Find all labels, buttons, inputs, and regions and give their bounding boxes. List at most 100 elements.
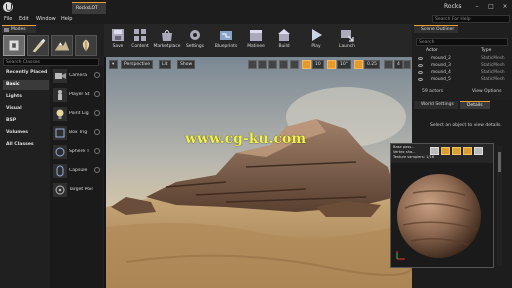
placeable-sphere-trigger[interactable]: Sphere T: [50, 142, 103, 161]
menu-edit[interactable]: Edit: [19, 16, 29, 22]
search-classes-input[interactable]: Search Classes: [3, 58, 99, 66]
perspective-button[interactable]: Perspective: [121, 60, 154, 69]
viewport-menu-button[interactable]: ▾: [109, 60, 118, 69]
placeable-label: Sphere T: [69, 149, 90, 154]
save-button[interactable]: Save: [106, 27, 130, 57]
details-tab[interactable]: Details: [460, 101, 490, 109]
light-bulb-icon: [53, 107, 67, 121]
gear-icon: [188, 28, 202, 42]
help-search-input[interactable]: Search For Help: [432, 15, 510, 23]
world-space-icon[interactable]: [279, 60, 288, 69]
outliner-row[interactable]: mound_3 StaticMesh: [414, 63, 510, 69]
close-button[interactable]: ×: [500, 2, 510, 11]
play-button[interactable]: Play: [304, 27, 328, 57]
minimize-button[interactable]: –: [472, 2, 482, 11]
grid-snap-value[interactable]: 10: [312, 60, 324, 69]
camera-icon: [53, 69, 67, 83]
maximize-viewport-icon[interactable]: [403, 60, 411, 69]
rotation-snap-value[interactable]: 10°: [337, 60, 351, 69]
menu-window[interactable]: Window: [36, 16, 56, 22]
info-icon[interactable]: [94, 110, 100, 116]
outliner-search-input[interactable]: Search: [416, 38, 508, 46]
actor-column-header[interactable]: Actor: [426, 48, 438, 53]
category-visual[interactable]: Visual: [3, 104, 49, 114]
player-start-icon: [53, 88, 67, 102]
placeable-capsule-trigger[interactable]: Capsule: [50, 161, 103, 180]
surface-snap-icon[interactable]: [290, 60, 299, 69]
category-bsp[interactable]: BSP: [3, 116, 49, 126]
foliage-mode-button[interactable]: [75, 35, 97, 56]
paint-mode-button[interactable]: [27, 35, 49, 56]
marketplace-icon: [160, 28, 174, 42]
placeable-point-light[interactable]: Point Lig: [50, 104, 103, 123]
type-column-header[interactable]: Type: [481, 48, 491, 53]
category-all-classes[interactable]: All Classes: [3, 140, 49, 150]
scale-tool-icon[interactable]: [268, 60, 277, 69]
scene-outliner-tab[interactable]: Scene Outliner: [414, 25, 458, 33]
preview-toolbar-button[interactable]: [441, 147, 450, 155]
preview-toolbar-button[interactable]: [430, 147, 439, 155]
landscape-mode-button[interactable]: [51, 35, 73, 56]
level-viewport[interactable]: [106, 57, 412, 288]
place-mode-button[interactable]: [3, 35, 25, 56]
preview-toolbar-button[interactable]: [452, 147, 461, 155]
placeable-label: Point Lig: [69, 111, 89, 116]
matinee-button[interactable]: Matinee: [244, 27, 268, 57]
scale-snap-value[interactable]: 0.25: [364, 60, 381, 69]
placeable-camera[interactable]: Camera: [50, 66, 103, 85]
eye-icon[interactable]: [418, 78, 423, 81]
settings-button[interactable]: Settings: [183, 27, 207, 57]
launch-button[interactable]: Launch: [335, 27, 359, 57]
placeable-label: Target Point: [69, 187, 93, 192]
info-icon[interactable]: [94, 167, 100, 173]
build-button-label: Build: [278, 44, 290, 49]
camera-speed-value[interactable]: 4: [394, 60, 403, 69]
eye-icon[interactable]: [418, 64, 423, 67]
info-icon[interactable]: [94, 91, 100, 97]
material-preview-viewport[interactable]: [391, 163, 493, 267]
grid-snap-toggle-icon[interactable]: [302, 60, 311, 69]
view-mode-lit-button[interactable]: Lit: [159, 60, 171, 69]
translate-tool-icon[interactable]: [248, 60, 257, 69]
info-icon[interactable]: [94, 148, 100, 154]
category-volumes[interactable]: Volumes: [3, 128, 49, 138]
paint-brush-icon: [32, 38, 46, 53]
eye-icon[interactable]: [418, 57, 423, 60]
modes-tab[interactable]: Modes: [2, 25, 36, 33]
preview-toolbar-button[interactable]: [474, 147, 483, 155]
info-icon[interactable]: [94, 72, 100, 78]
world-settings-tab[interactable]: World Settings: [414, 101, 458, 109]
menu-file[interactable]: File: [4, 16, 12, 22]
marketplace-button[interactable]: Marketplace: [154, 27, 180, 57]
menu-help[interactable]: Help: [61, 16, 72, 22]
outliner-row[interactable]: mound_4 StaticMesh: [414, 70, 510, 76]
details-empty-message: Select an object to view details.: [430, 123, 502, 128]
category-basic[interactable]: Basic: [3, 80, 49, 90]
blueprints-button[interactable]: Blueprints: [214, 27, 238, 57]
build-button[interactable]: Build: [272, 27, 296, 57]
placeable-target-point[interactable]: Target Point: [50, 180, 103, 199]
placeable-label: Capsule: [69, 168, 88, 173]
content-button[interactable]: Content: [128, 27, 152, 57]
actor-type: StaticMesh: [481, 70, 505, 75]
preview-scrollbar[interactable]: [497, 146, 502, 266]
outliner-row[interactable]: mound_5 StaticMesh: [414, 77, 510, 83]
view-options-button[interactable]: View Options: [472, 89, 501, 94]
show-flags-button[interactable]: Show: [177, 60, 196, 69]
rotate-tool-icon[interactable]: [258, 60, 267, 69]
placeable-box-trigger[interactable]: Box Trig: [50, 123, 103, 142]
placeable-player-start[interactable]: Player St: [50, 85, 103, 104]
rotation-snap-toggle-icon[interactable]: [327, 60, 336, 69]
scrollbar-thumb[interactable]: [498, 152, 501, 172]
category-recently-placed[interactable]: Recently Placed: [3, 68, 49, 78]
info-icon[interactable]: [94, 129, 100, 135]
scale-snap-toggle-icon[interactable]: [354, 60, 363, 69]
category-lights[interactable]: Lights: [3, 92, 49, 102]
document-tab[interactable]: RocksLOT: [72, 2, 106, 14]
eye-icon[interactable]: [418, 71, 423, 74]
preview-toolbar-button[interactable]: [463, 147, 472, 155]
camera-speed-icon[interactable]: [384, 60, 393, 69]
outliner-row[interactable]: mound_2 StaticMesh: [414, 56, 510, 62]
maximize-button[interactable]: □: [486, 2, 496, 11]
placeable-label: Camera: [69, 73, 88, 78]
